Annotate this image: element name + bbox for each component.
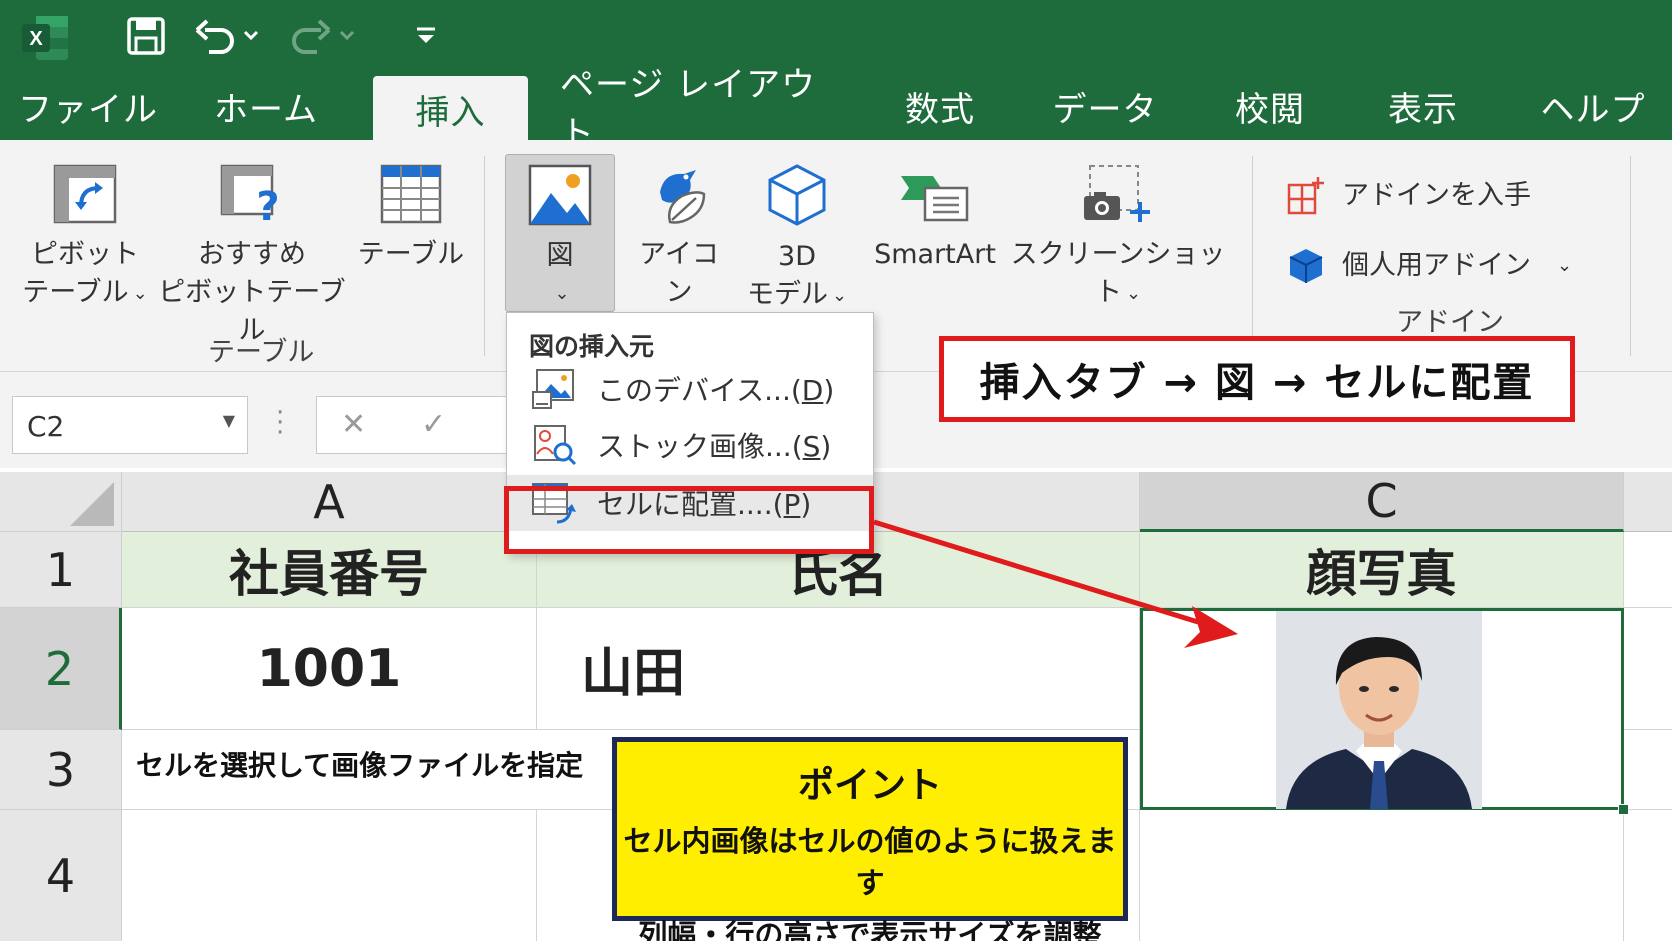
point-box: ポイント セル内画像はセルの値のように扱えます 列幅・行の高さで表示サイズを調整 — [612, 737, 1128, 941]
point-line-1: セル内画像はセルの値のように扱えます — [623, 824, 1117, 900]
point-line-2: 列幅・行の高さで表示サイズを調整 — [638, 918, 1102, 941]
callout-instruction: 挿入タブ → 図 → セルに配置 — [939, 336, 1575, 422]
point-title: ポイント — [797, 765, 942, 806]
